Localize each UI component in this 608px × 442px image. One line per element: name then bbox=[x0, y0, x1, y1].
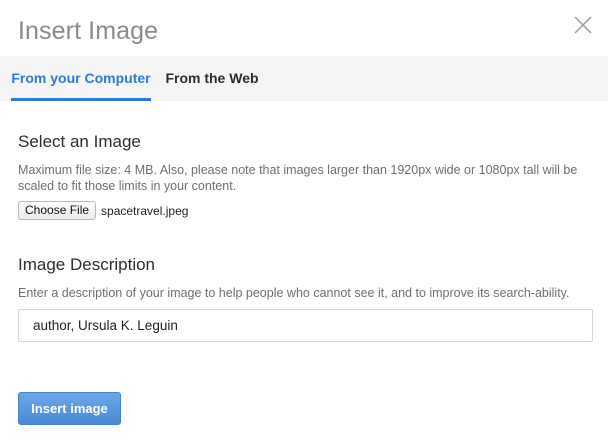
insert-image-button[interactable]: Insert image bbox=[18, 392, 121, 425]
close-icon[interactable] bbox=[572, 14, 594, 36]
tab-from-web[interactable]: From the Web bbox=[158, 56, 266, 101]
file-size-help-text: Maximum file size: 4 MB. Also, please no… bbox=[18, 163, 578, 193]
image-description-input[interactable] bbox=[18, 309, 593, 342]
file-picker: Choose File spacetravel.jpeg bbox=[18, 201, 188, 220]
dialog-title: Insert Image bbox=[18, 17, 159, 45]
close-icon-glyph bbox=[574, 16, 592, 34]
select-image-heading: Select an Image bbox=[18, 132, 141, 151]
insert-image-dialog: Insert Image From your Computer From the… bbox=[0, 0, 608, 442]
selected-file-name: spacetravel.jpeg bbox=[101, 203, 189, 218]
choose-file-button[interactable]: Choose File bbox=[18, 201, 97, 220]
tab-from-computer[interactable]: From your Computer bbox=[11, 56, 151, 101]
tab-bar: From your Computer From the Web bbox=[0, 56, 608, 101]
image-description-heading: Image Description bbox=[18, 255, 156, 274]
description-help-text: Enter a description of your image to hel… bbox=[18, 286, 570, 300]
